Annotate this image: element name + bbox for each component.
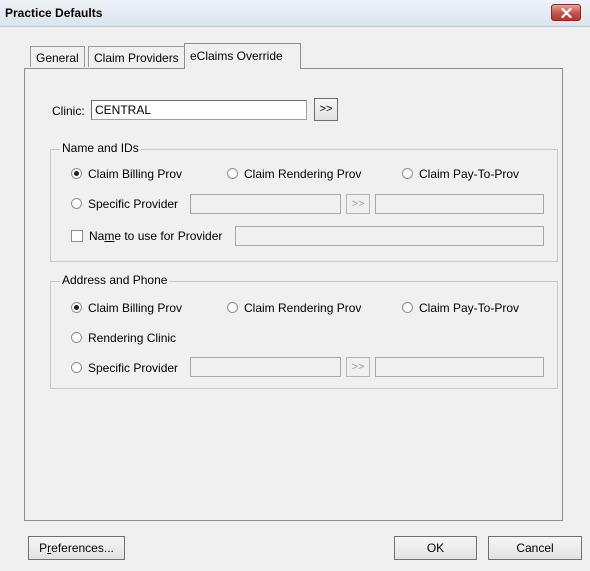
radio-selected[interactable] <box>71 168 82 179</box>
radio[interactable] <box>402 168 413 179</box>
cancel-button[interactable]: Cancel <box>488 536 582 560</box>
radio[interactable] <box>71 332 82 343</box>
tab-eclaims-override[interactable]: eClaims Override <box>184 43 301 69</box>
name-ids-provider-id-field <box>190 194 341 214</box>
address-browse-button: >> <box>346 357 370 377</box>
radio-selected[interactable] <box>71 302 82 313</box>
address-option-rendering-clinic[interactable]: Rendering Clinic <box>71 330 176 346</box>
name-ids-option-specific[interactable]: Specific Provider <box>71 196 178 212</box>
name-ids-option-billing[interactable]: Claim Billing Prov <box>71 166 182 182</box>
name-ids-provider-name-field <box>375 194 544 214</box>
name-ids-legend: Name and IDs <box>60 141 141 155</box>
radio[interactable] <box>227 168 238 179</box>
address-phone-legend: Address and Phone <box>60 273 170 287</box>
address-provider-name-field <box>375 357 544 377</box>
name-ids-option-payto[interactable]: Claim Pay-To-Prov <box>402 166 519 182</box>
address-option-rendering[interactable]: Claim Rendering Prov <box>227 300 361 316</box>
radio[interactable] <box>402 302 413 313</box>
name-to-use-field <box>235 226 544 246</box>
address-option-specific[interactable]: Specific Provider <box>71 360 178 376</box>
radio[interactable] <box>71 362 82 373</box>
preferences-button[interactable]: Preferences... <box>28 536 125 560</box>
name-to-use-checkbox[interactable] <box>71 230 83 242</box>
name-to-use-checkbox-row[interactable]: Name to use for Provider <box>71 228 222 244</box>
radio[interactable] <box>227 302 238 313</box>
ok-button[interactable]: OK <box>394 536 477 560</box>
address-option-billing[interactable]: Claim Billing Prov <box>71 300 182 316</box>
clinic-browse-button[interactable]: >> <box>314 98 338 121</box>
clinic-label: Clinic: <box>52 104 85 118</box>
title-bar: Practice Defaults <box>0 0 590 27</box>
name-ids-option-rendering[interactable]: Claim Rendering Prov <box>227 166 361 182</box>
close-button[interactable] <box>551 4 581 21</box>
name-ids-browse-button: >> <box>346 194 370 214</box>
radio[interactable] <box>71 198 82 209</box>
clinic-field[interactable]: CENTRAL <box>91 100 307 120</box>
window-title: Practice Defaults <box>5 6 103 20</box>
address-provider-id-field <box>190 357 341 377</box>
tab-claim-providers[interactable]: Claim Providers <box>88 46 185 67</box>
address-option-payto[interactable]: Claim Pay-To-Prov <box>402 300 519 316</box>
tab-general[interactable]: General <box>30 46 85 67</box>
close-icon <box>561 8 572 18</box>
